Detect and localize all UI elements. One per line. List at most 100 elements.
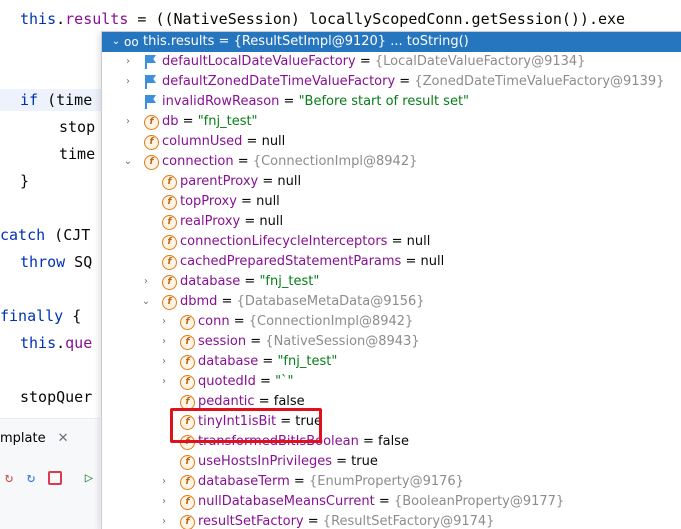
chevron-right-icon[interactable]: › bbox=[158, 352, 170, 372]
chevron-down-icon[interactable]: ⌄ bbox=[140, 292, 152, 312]
tree-row-cachedpreparedstatementparams[interactable]: f cachedPreparedStatementParams = null bbox=[102, 252, 681, 272]
tree-row-databaseterm[interactable]: › f databaseTerm = {EnumProperty@9176} bbox=[102, 472, 681, 492]
tree-row-columnused[interactable]: f columnUsed = null bbox=[102, 132, 681, 152]
resume-icon[interactable]: ▷ bbox=[80, 469, 98, 487]
field-name: connection bbox=[162, 154, 234, 169]
highlight-box bbox=[170, 408, 322, 443]
chevron-down-icon[interactable]: ⌄ bbox=[110, 32, 122, 52]
tree-row-database[interactable]: › f database = "fnj_test" bbox=[102, 272, 681, 292]
field-name: nullDatabaseMeansCurrent bbox=[198, 494, 375, 509]
code-line: this.que bbox=[20, 332, 92, 354]
chevron-right-icon[interactable]: › bbox=[158, 332, 170, 352]
chevron-right-icon[interactable]: › bbox=[158, 512, 170, 529]
equals-sign: = bbox=[246, 334, 266, 349]
chevron-down-icon[interactable]: ⌄ bbox=[122, 152, 134, 172]
chevron-right-icon[interactable]: › bbox=[158, 492, 170, 512]
code-token: } bbox=[20, 172, 30, 190]
chevron-right-icon[interactable]: › bbox=[140, 272, 152, 292]
tree-row-connection[interactable]: ⌄ f connection = {ConnectionImpl@8942} bbox=[102, 152, 681, 172]
root-ref: {ResultSetImpl@9120} bbox=[233, 34, 387, 49]
equals-sign: = bbox=[242, 134, 262, 149]
field-icon: f bbox=[162, 295, 177, 310]
tree-row-database[interactable]: › f database = "fnj_test" bbox=[102, 352, 681, 372]
stop-icon[interactable] bbox=[46, 469, 64, 487]
tree-row-conn[interactable]: › f conn = {ConnectionImpl@8942} bbox=[102, 312, 681, 332]
tree-row-quotedid[interactable]: › f quotedId = "`" bbox=[102, 372, 681, 392]
run-toolbar: ↻ ↻ ▷ bbox=[0, 469, 100, 493]
field-icon: f bbox=[162, 195, 177, 210]
code-token: . bbox=[56, 10, 66, 28]
watch-glasses-icon: oo bbox=[124, 35, 139, 49]
string-value: "Before start of result set" bbox=[298, 94, 470, 109]
chevron-right-icon[interactable]: › bbox=[158, 312, 170, 332]
tree-row-dbmd[interactable]: ⌄ f dbmd = {DatabaseMetaData@9156} bbox=[102, 292, 681, 312]
string-value: "fnj_test" bbox=[197, 114, 258, 129]
tree-row-realproxy[interactable]: f realProxy = null bbox=[102, 212, 681, 232]
field-value: true bbox=[351, 454, 378, 469]
field-name: topProxy bbox=[180, 194, 237, 209]
field-icon: f bbox=[180, 515, 195, 529]
chevron-right-icon[interactable]: › bbox=[122, 52, 134, 72]
object-reference: {ConnectionImpl@8942} bbox=[252, 154, 418, 169]
code-token: this bbox=[20, 10, 57, 28]
static-field-flag-icon bbox=[144, 95, 156, 109]
chevron-right-icon[interactable]: › bbox=[122, 72, 134, 92]
code-token: catch bbox=[0, 226, 46, 244]
tree-row-resultsetfactory[interactable]: › f resultSetFactory = {ResultSetFactory@9… bbox=[102, 512, 681, 529]
equals-sign: = bbox=[331, 454, 352, 469]
field-icon: f bbox=[180, 455, 195, 470]
object-reference: {NativeSession@8943} bbox=[265, 334, 420, 349]
field-name: connectionLifecycleInterceptors bbox=[180, 234, 388, 249]
equals-sign: = bbox=[178, 114, 198, 129]
field-value: false bbox=[378, 434, 409, 449]
to-string-link[interactable]: ... toString() bbox=[386, 34, 469, 49]
chevron-right-icon[interactable]: › bbox=[158, 472, 170, 492]
tree-row-parentproxy[interactable]: f parentProxy = null bbox=[102, 172, 681, 192]
field-name: dbmd bbox=[180, 294, 218, 309]
tree-row-usehostsinprivileges[interactable]: f useHostsInPrivileges = true bbox=[102, 452, 681, 472]
field-icon: f bbox=[162, 235, 177, 250]
field-name: invalidRowReason bbox=[162, 94, 280, 109]
field-icon: f bbox=[180, 375, 195, 390]
code-token: SQ bbox=[65, 253, 93, 271]
root-node-this-results[interactable]: ⌄ oo this.results = {ResultSetImpl@9120}… bbox=[102, 32, 681, 52]
field-icon: f bbox=[180, 315, 195, 330]
close-icon[interactable]: ✕ bbox=[58, 431, 69, 446]
equals-sign: = bbox=[217, 294, 237, 309]
code-line: time bbox=[59, 143, 95, 165]
static-field-flag-icon bbox=[144, 55, 156, 69]
run-tool-window: mplate ✕ ↻ ↻ ▷ bbox=[0, 418, 100, 529]
field-value: null bbox=[277, 174, 302, 189]
field-name: resultSetFactory bbox=[198, 514, 304, 529]
field-name: quotedId bbox=[198, 374, 256, 389]
tree-row-invalidrowreason[interactable]: invalidRowReason = "Before start of resu… bbox=[102, 92, 681, 112]
tree-row-defaultzoneddatetimevaluefactory[interactable]: › defaultZonedDateTimeValueFactory = {Zon… bbox=[102, 72, 681, 92]
run-config-tab[interactable]: mplate ✕ bbox=[0, 431, 69, 446]
field-name: database bbox=[180, 274, 241, 289]
tree-row-topproxy[interactable]: f topProxy = null bbox=[102, 192, 681, 212]
tree-row-defaultlocaldatevaluefactory[interactable]: › defaultLocalDateValueFactory = {LocalDa… bbox=[102, 52, 681, 72]
tree-row-nulldatabasemeanscurrent[interactable]: › f nullDatabaseMeansCurrent = {BooleanPro… bbox=[102, 492, 681, 512]
chevron-right-icon[interactable]: › bbox=[122, 112, 134, 132]
equals-sign: = bbox=[236, 194, 257, 209]
tree-row-db[interactable]: › f db = "fnj_test" bbox=[102, 112, 681, 132]
tree-row-connectionlifecycleinterceptors[interactable]: f connectionLifecycleInterceptors = null bbox=[102, 232, 681, 252]
code-token: stop bbox=[59, 118, 96, 136]
field-icon: f bbox=[180, 335, 195, 350]
field-name: db bbox=[162, 114, 179, 129]
string-value: "fnj_test" bbox=[259, 274, 320, 289]
string-value: "fnj_test" bbox=[277, 354, 338, 369]
code-token: stopQuer bbox=[20, 388, 93, 406]
field-icon: f bbox=[180, 475, 195, 490]
tree-row-session[interactable]: › f session = {NativeSession@8943} bbox=[102, 332, 681, 352]
code-line: finally { bbox=[0, 305, 81, 327]
code-token: finally bbox=[0, 307, 64, 325]
rerun-icon[interactable]: ↻ bbox=[0, 469, 18, 487]
chevron-right-icon[interactable]: › bbox=[158, 372, 170, 392]
equals-sign: = bbox=[233, 154, 253, 169]
equals-sign: = bbox=[229, 314, 249, 329]
equals-sign: = bbox=[303, 514, 323, 529]
equals-sign: = bbox=[355, 54, 375, 69]
code-token: if bbox=[20, 91, 39, 109]
rerun-debug-icon[interactable]: ↻ bbox=[22, 469, 40, 487]
